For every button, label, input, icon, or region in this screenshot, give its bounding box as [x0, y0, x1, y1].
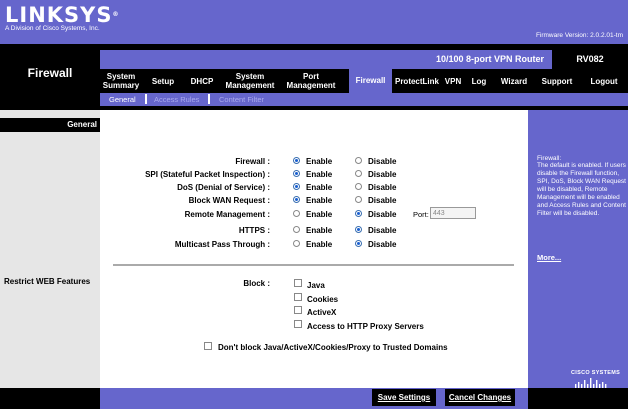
nav-port-management[interactable]: Port Management [280, 69, 342, 93]
https-disable-radio[interactable] [355, 226, 362, 233]
cisco-logo: CISCO SYSTEMS [571, 370, 621, 376]
block-wan-enable-label: Enable [306, 196, 333, 205]
nav-vpn[interactable]: VPN [442, 69, 464, 93]
nav-support[interactable]: Support [534, 69, 580, 93]
dos-disable-radio[interactable] [355, 183, 362, 190]
proxy-label: Access to HTTP Proxy Servers [307, 322, 424, 331]
tab-separator [208, 94, 210, 104]
block-wan-disable-label: Disable [368, 196, 397, 205]
cookies-checkbox[interactable] [294, 293, 302, 301]
model-name: RV082 [552, 50, 628, 69]
help-panel [528, 110, 628, 388]
left-sidebar [0, 110, 100, 388]
tab-content-filter[interactable]: Content Filter [219, 95, 264, 104]
https-enable-radio[interactable] [293, 226, 300, 233]
https-enable-label: Enable [306, 226, 333, 235]
footer-right [528, 388, 628, 409]
dos-enable-radio[interactable] [293, 183, 300, 190]
nav-logout[interactable]: Logout [580, 69, 628, 93]
tab-separator [145, 94, 147, 104]
dos-label: DoS (Denial of Service) : [177, 183, 270, 192]
multicast-enable-radio[interactable] [293, 240, 300, 247]
port-label: Port: [413, 210, 429, 219]
nav-setup[interactable]: Setup [142, 69, 184, 93]
https-disable-label: Disable [368, 226, 397, 235]
multicast-enable-label: Enable [306, 240, 333, 249]
page-title: Firewall [0, 50, 100, 110]
block-label: Block : [243, 279, 270, 288]
java-checkbox[interactable] [294, 279, 302, 287]
tab-access-rules[interactable]: Access Rules [154, 95, 199, 104]
remote-management-disable-label: Disable [368, 210, 397, 219]
help-more-link[interactable]: More... [537, 253, 561, 262]
tab-general[interactable]: General [109, 95, 136, 104]
sub-nav: General Access Rules Content Filter [100, 93, 628, 106]
firmware-version: Firmware Version: 2.0.2.01-tm [535, 32, 623, 39]
remote-management-label: Remote Management : [184, 210, 270, 219]
footer-left [0, 388, 100, 409]
spi-enable-label: Enable [306, 170, 333, 179]
trusted-domains-label: Don't block Java/ActiveX/Cookies/Proxy t… [218, 343, 448, 352]
nav-protectlink[interactable]: ProtectLink [392, 69, 442, 93]
help-heading: Firewall: [537, 155, 562, 162]
activex-checkbox[interactable] [294, 306, 302, 314]
firewall-enable-label: Enable [306, 157, 333, 166]
block-wan-label: Block WAN Request : [188, 196, 270, 205]
multicast-disable-radio[interactable] [355, 240, 362, 247]
activex-label: ActiveX [307, 308, 337, 317]
java-label: Java [307, 281, 325, 290]
nav-system-management[interactable]: System Management [220, 69, 280, 93]
cisco-bars-icon [575, 378, 607, 388]
spi-disable-label: Disable [368, 170, 397, 179]
registered-mark: ® [112, 11, 119, 18]
nav-firewall[interactable]: Firewall [349, 67, 392, 93]
remote-management-disable-radio[interactable] [355, 210, 362, 217]
remote-management-enable-radio[interactable] [293, 210, 300, 217]
section-restrict-web-label: Restrict WEB Features [4, 277, 91, 286]
https-label: HTTPS : [238, 226, 270, 235]
firewall-disable-label: Disable [368, 157, 397, 166]
trusted-domains-checkbox[interactable] [204, 342, 212, 350]
logo-text: LINKSYS [5, 3, 113, 27]
spi-disable-radio[interactable] [355, 170, 362, 177]
dos-disable-label: Disable [368, 183, 397, 192]
nav-log[interactable]: Log [464, 69, 494, 93]
block-wan-enable-radio[interactable] [293, 196, 300, 203]
help-text: The default is enabled. If users disable… [537, 162, 626, 217]
block-wan-disable-radio[interactable] [355, 196, 362, 203]
multicast-disable-label: Disable [368, 240, 397, 249]
section-general-label: General [0, 118, 100, 132]
save-settings-button[interactable]: Save Settings [372, 389, 436, 406]
header-banner: LINKSYS® A Division of Cisco Systems, In… [0, 0, 628, 44]
nav-dhcp[interactable]: DHCP [184, 69, 220, 93]
cookies-label: Cookies [307, 295, 339, 304]
router-name: 10/100 8-port VPN Router [435, 54, 545, 64]
firewall-label: Firewall : [235, 157, 270, 166]
dos-enable-label: Enable [306, 183, 333, 192]
remote-management-enable-label: Enable [306, 210, 333, 219]
firewall-disable-radio[interactable] [355, 157, 362, 164]
multicast-label: Multicast Pass Through : [174, 240, 270, 249]
section-divider [113, 264, 514, 266]
proxy-checkbox[interactable] [294, 320, 302, 328]
linksys-logo: LINKSYS® A Division of Cisco Systems, In… [5, 4, 119, 32]
spi-enable-radio[interactable] [293, 170, 300, 177]
main-nav: System Summary Setup DHCP System Managemen… [100, 67, 628, 93]
nav-wizard[interactable]: Wizard [494, 69, 534, 93]
port-input[interactable] [430, 207, 476, 219]
cancel-changes-button[interactable]: Cancel Changes [445, 389, 515, 406]
nav-system-summary[interactable]: System Summary [100, 69, 142, 93]
firewall-enable-radio[interactable] [293, 157, 300, 164]
spi-label: SPI (Stateful Packet Inspection) : [145, 170, 270, 179]
